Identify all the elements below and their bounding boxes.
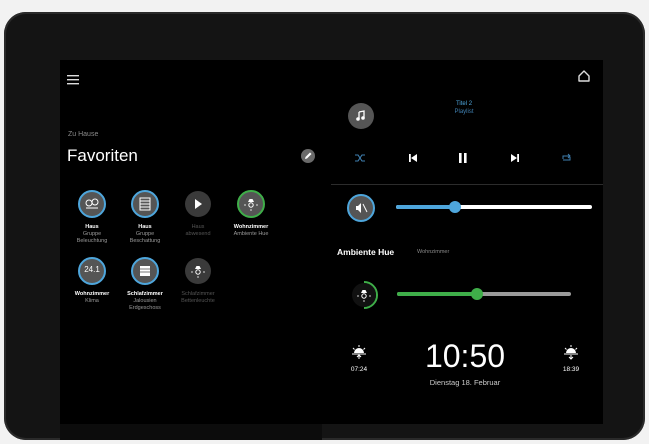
brightness-slider-thumb[interactable] xyxy=(471,288,483,300)
previous-icon[interactable] xyxy=(403,150,423,166)
favorite-title: Wohnzimmer xyxy=(233,224,269,230)
blinds-group-icon xyxy=(130,189,160,219)
sunset-icon xyxy=(562,345,580,361)
lamp-icon xyxy=(183,256,213,286)
blinds-icon xyxy=(130,256,160,286)
sunrise-time: 07:24 xyxy=(350,366,368,373)
brightness-slider-fill xyxy=(397,292,477,296)
clock-date: Dienstag 18. Februar xyxy=(429,378,501,387)
favorite-tile[interactable]: Schlafzimmer Bettenleuchte xyxy=(166,256,230,305)
lamp-icon[interactable] xyxy=(349,280,379,310)
lamp-icon xyxy=(236,189,266,219)
lightbulb-group-icon xyxy=(77,189,107,219)
light-room: Wohnzimmer xyxy=(417,249,450,255)
hamburger-icon[interactable] xyxy=(67,72,79,85)
touch-screen: Zu Hause Favoriten Haus Gruppe Beleuchtung… xyxy=(60,60,603,424)
favorite-subtitle: Ambiente Hue xyxy=(233,231,269,237)
page-title: Favoriten xyxy=(67,146,138,165)
music-note-icon[interactable] xyxy=(348,103,374,129)
volume-slider-fill xyxy=(396,205,455,209)
player-divider xyxy=(331,184,603,185)
next-icon[interactable] xyxy=(505,150,525,166)
screen-bottom-strip xyxy=(60,424,322,440)
thermostat-icon: 24.1 xyxy=(77,256,107,286)
favorite-detail: Beschattung xyxy=(129,237,161,244)
favorite-tile[interactable]: Wohnzimmer Ambiente Hue xyxy=(219,189,283,238)
volume-slider-thumb[interactable] xyxy=(449,201,461,213)
sunset-time: 18:39 xyxy=(562,366,580,373)
favorite-title: Schlafzimmer xyxy=(181,291,215,297)
track-subtitle: Playlist xyxy=(454,109,474,115)
home-icon[interactable] xyxy=(577,69,591,83)
favorite-detail: Erdgeschoss xyxy=(129,304,161,311)
repeat-icon[interactable] xyxy=(556,150,576,166)
pause-icon[interactable] xyxy=(453,150,473,166)
speaker-icon[interactable] xyxy=(346,193,376,223)
favorite-subtitle: Bettenleuchte xyxy=(181,298,215,304)
clock-time: 10:50 xyxy=(424,338,506,374)
sunrise-icon xyxy=(350,345,368,361)
play-icon xyxy=(183,189,213,219)
track-title: Titel 2 xyxy=(455,101,473,107)
light-name: Ambiente Hue xyxy=(337,247,395,257)
climate-value: 24.1 xyxy=(84,265,100,274)
section-label: Zu Hause xyxy=(68,131,99,138)
pencil-icon[interactable] xyxy=(301,149,315,163)
shuffle-icon[interactable] xyxy=(350,150,370,166)
